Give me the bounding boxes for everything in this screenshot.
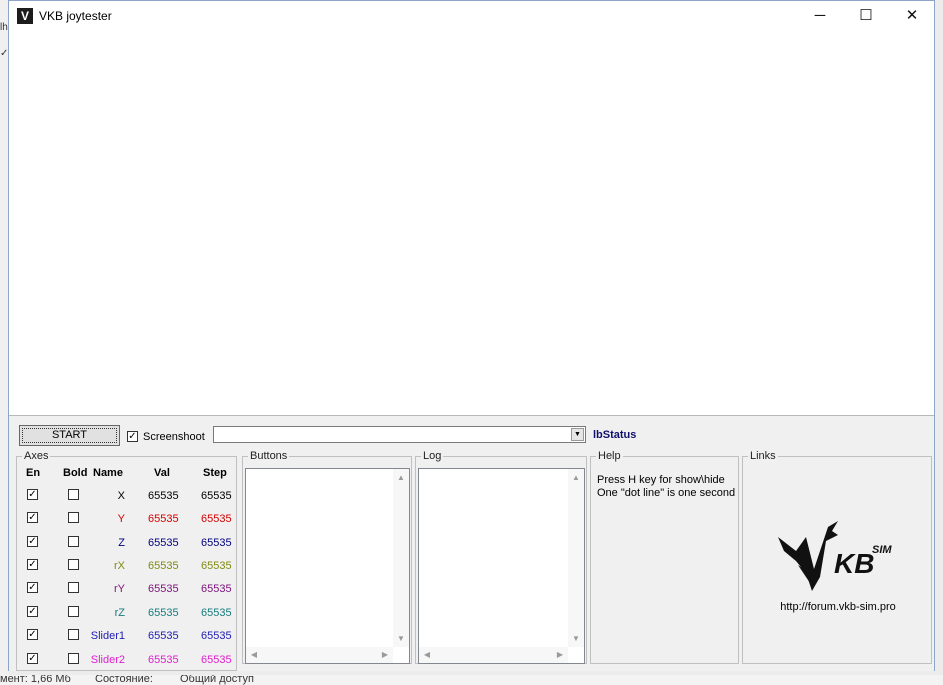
axis-enable-checkbox[interactable]: ✓ bbox=[27, 489, 38, 500]
axis-value: 65535 bbox=[148, 490, 179, 502]
axes-header-name: Name bbox=[93, 467, 123, 479]
scroll-down-icon[interactable]: ▼ bbox=[568, 634, 584, 643]
scroll-left-icon[interactable]: ◀ bbox=[419, 650, 435, 659]
background-fragment: Состояние: bbox=[95, 675, 153, 685]
scroll-left-icon[interactable]: ◀ bbox=[246, 650, 262, 659]
axis-value: 65535 bbox=[148, 560, 179, 572]
scroll-up-icon[interactable]: ▲ bbox=[393, 473, 409, 482]
axis-value: 65535 bbox=[148, 607, 179, 619]
links-group: Links KB SIM http://forum.vkb-sim.pro bbox=[742, 450, 933, 664]
axis-step: 65535 bbox=[201, 560, 232, 572]
status-label: lbStatus bbox=[593, 429, 637, 441]
axis-value: 65535 bbox=[148, 654, 179, 666]
axis-step: 65535 bbox=[201, 654, 232, 666]
log-vertical-scrollbar[interactable]: ▲ ▼ bbox=[568, 469, 584, 647]
axis-value: 65535 bbox=[148, 630, 179, 642]
help-group: Help Press H key for show\hide One "dot … bbox=[590, 450, 739, 664]
log-horizontal-scrollbar[interactable]: ◀ ▶ bbox=[419, 647, 568, 663]
axes-header-bold: Bold bbox=[63, 467, 88, 479]
axis-name: rZ bbox=[114, 607, 125, 619]
control-panel: START ✓ Screenshoot ▼ lbStatus Axes En B… bbox=[9, 415, 934, 671]
axis-value: 65535 bbox=[148, 537, 179, 549]
device-combobox[interactable]: ▼ bbox=[213, 426, 586, 443]
vkb-sim-logo[interactable]: KB SIM bbox=[776, 517, 906, 595]
axis-enable-checkbox[interactable]: ✓ bbox=[27, 559, 38, 570]
axis-name: Slider2 bbox=[90, 654, 125, 666]
axis-name: Y bbox=[117, 513, 125, 525]
axis-enable-checkbox[interactable]: ✓ bbox=[27, 629, 38, 640]
help-group-title: Help bbox=[596, 450, 623, 462]
log-group: Log ▲ ▼ ◀ ▶ bbox=[415, 450, 587, 664]
buttons-listbox[interactable]: ▲ ▼ ◀ ▶ bbox=[245, 468, 410, 664]
axis-value: 65535 bbox=[148, 513, 179, 525]
axes-header-step: Step bbox=[203, 467, 227, 479]
axis-value: 65535 bbox=[148, 583, 179, 595]
axis-enable-checkbox[interactable]: ✓ bbox=[27, 536, 38, 547]
title-bar[interactable]: V VKB joytester ─ ☐ ✕ bbox=[9, 1, 934, 31]
background-fragment: lh bbox=[0, 22, 8, 33]
forum-link[interactable]: http://forum.vkb-sim.pro bbox=[743, 601, 933, 613]
minimize-button[interactable]: ─ bbox=[797, 1, 843, 31]
axis-step: 65535 bbox=[201, 537, 232, 549]
screenshot-label: Screenshoot bbox=[143, 431, 205, 443]
app-window: V VKB joytester ─ ☐ ✕ START ✓ Screenshoo… bbox=[8, 0, 935, 671]
maximize-button[interactable]: ☐ bbox=[843, 1, 889, 31]
buttons-group-title: Buttons bbox=[248, 450, 290, 462]
axes-group-title: Axes bbox=[22, 450, 51, 462]
axis-step: 65535 bbox=[201, 630, 232, 642]
buttons-vertical-scrollbar[interactable]: ▲ ▼ bbox=[393, 469, 409, 647]
log-group-title: Log bbox=[421, 450, 444, 462]
axis-enable-checkbox[interactable]: ✓ bbox=[27, 582, 38, 593]
vkb-app-icon: V bbox=[17, 8, 33, 24]
axis-enable-checkbox[interactable]: ✓ bbox=[27, 512, 38, 523]
close-button[interactable]: ✕ bbox=[889, 1, 935, 31]
help-line-1: Press H key for show\hide bbox=[597, 474, 725, 486]
axis-step: 65535 bbox=[201, 513, 232, 525]
background-fragment: Общий доступ bbox=[180, 675, 254, 685]
axis-bold-checkbox[interactable] bbox=[68, 559, 79, 570]
axis-bold-checkbox[interactable] bbox=[68, 512, 79, 523]
chevron-down-icon[interactable]: ▼ bbox=[571, 428, 584, 441]
axis-name: Slider1 bbox=[90, 630, 125, 642]
axis-enable-checkbox[interactable]: ✓ bbox=[27, 606, 38, 617]
plot-canvas[interactable] bbox=[9, 31, 934, 414]
axis-bold-checkbox[interactable] bbox=[68, 629, 79, 640]
background-status-bar: мент: 1,66 Мб Состояние: Общий доступ bbox=[0, 675, 943, 685]
buttons-horizontal-scrollbar[interactable]: ◀ ▶ bbox=[246, 647, 393, 663]
axis-bold-checkbox[interactable] bbox=[68, 606, 79, 617]
scroll-up-icon[interactable]: ▲ bbox=[568, 473, 584, 482]
buttons-group: Buttons ▲ ▼ ◀ ▶ bbox=[242, 450, 412, 664]
axes-header-val: Val bbox=[154, 467, 170, 479]
axis-step: 65535 bbox=[201, 607, 232, 619]
axes-header-en: En bbox=[26, 467, 41, 479]
scroll-right-icon[interactable]: ▶ bbox=[377, 650, 393, 659]
axis-step: 65535 bbox=[201, 490, 232, 502]
axis-bold-checkbox[interactable] bbox=[68, 536, 79, 547]
scroll-down-icon[interactable]: ▼ bbox=[393, 634, 409, 643]
axis-enable-checkbox[interactable]: ✓ bbox=[27, 653, 38, 664]
axis-step: 65535 bbox=[201, 583, 232, 595]
axis-name: rY bbox=[114, 583, 125, 595]
logo-sup-text: SIM bbox=[872, 544, 892, 556]
axis-name: X bbox=[117, 490, 125, 502]
axis-bold-checkbox[interactable] bbox=[68, 653, 79, 664]
axes-group: Axes En Bold Name Val Step ✓ X 65535 65535 ✓… bbox=[16, 450, 237, 671]
screenshot-checkbox[interactable]: ✓ bbox=[127, 431, 138, 442]
background-fragment: мент: 1,66 Мб bbox=[0, 675, 71, 685]
axis-bold-checkbox[interactable] bbox=[68, 489, 79, 500]
log-listbox[interactable]: ▲ ▼ ◀ ▶ bbox=[418, 468, 585, 664]
axis-name: rX bbox=[114, 560, 125, 572]
scroll-right-icon[interactable]: ▶ bbox=[552, 650, 568, 659]
links-group-title: Links bbox=[748, 450, 778, 462]
axis-bold-checkbox[interactable] bbox=[68, 582, 79, 593]
axis-name: Z bbox=[118, 537, 125, 549]
help-line-2: One "dot line" is one second bbox=[597, 487, 736, 499]
logo-text: KB bbox=[834, 548, 874, 579]
start-button[interactable]: START bbox=[19, 425, 120, 446]
window-title: VKB joytester bbox=[39, 9, 112, 23]
